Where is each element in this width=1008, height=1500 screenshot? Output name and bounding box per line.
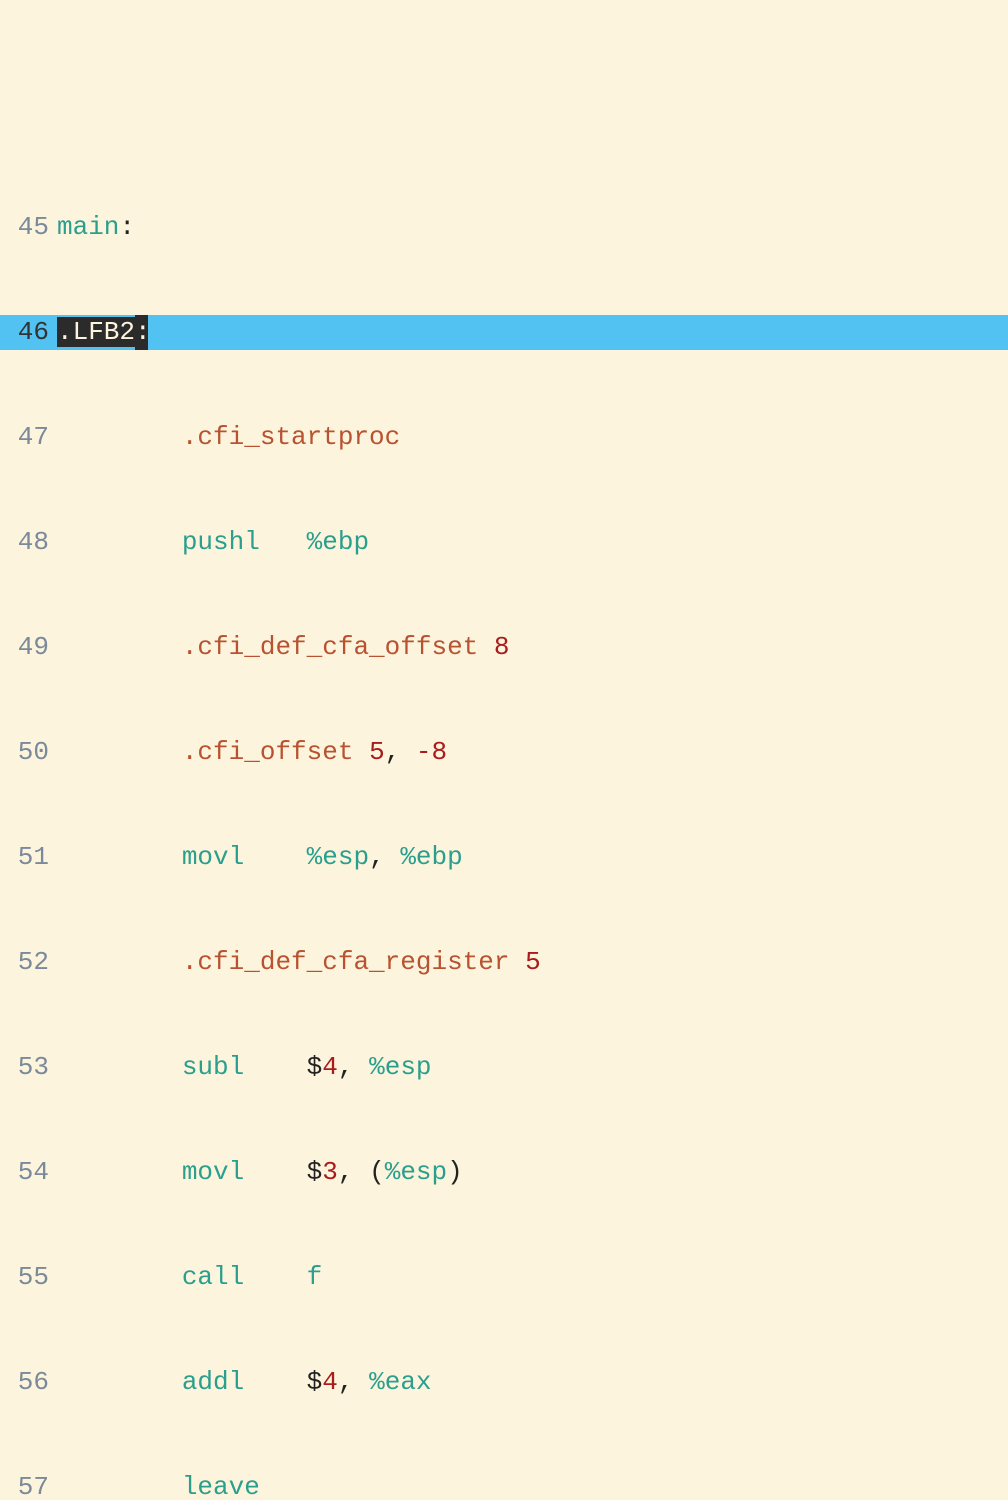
line-number: 54: [0, 1155, 57, 1190]
mnemonic: leave: [182, 1472, 260, 1500]
code-line: 57 leave: [0, 1470, 1008, 1500]
line-number: 51: [0, 840, 57, 875]
mnemonic: addl: [182, 1367, 244, 1397]
comma: ,: [338, 1052, 354, 1082]
code-line: 56 addl $4, %eax: [0, 1365, 1008, 1400]
comma: ,: [338, 1157, 354, 1187]
line-number: 57: [0, 1470, 57, 1500]
code-line: 51 movl %esp, %ebp: [0, 840, 1008, 875]
line-number: 47: [0, 420, 57, 455]
number: 4: [322, 1367, 338, 1397]
register: %ebp: [400, 842, 462, 872]
colon: :: [119, 212, 135, 242]
number: -8: [416, 737, 447, 767]
lparen: (: [369, 1157, 385, 1187]
selected-label: .LFB2: [57, 317, 135, 347]
dollar: $: [307, 1367, 323, 1397]
code-line-current: 46.LFB2:: [0, 315, 1008, 350]
code-line: 53 subl $4, %esp: [0, 1050, 1008, 1085]
number: 3: [322, 1157, 338, 1187]
mnemonic: subl: [182, 1052, 244, 1082]
register: %esp: [307, 842, 369, 872]
directive: .cfi_startproc: [182, 422, 400, 452]
code-editor[interactable]: 45main: 46.LFB2: 47 .cfi_startproc 48 pu…: [0, 140, 1008, 1500]
line-number: 53: [0, 1050, 57, 1085]
symbol: f: [307, 1262, 323, 1292]
number: 5: [525, 947, 541, 977]
line-number: 56: [0, 1365, 57, 1400]
line-number: 52: [0, 945, 57, 980]
mnemonic: movl: [182, 1157, 244, 1187]
comma: ,: [385, 737, 401, 767]
number: 5: [369, 737, 385, 767]
code-line: 54 movl $3, (%esp): [0, 1155, 1008, 1190]
line-number: 49: [0, 630, 57, 665]
register: %esp: [385, 1157, 447, 1187]
code-line: 52 .cfi_def_cfa_register 5: [0, 945, 1008, 980]
line-number: 46: [0, 315, 57, 350]
register: %ebp: [307, 527, 369, 557]
dollar: $: [307, 1157, 323, 1187]
line-number: 45: [0, 210, 57, 245]
directive: .cfi_def_cfa_offset: [182, 632, 478, 662]
code-line: 49 .cfi_def_cfa_offset 8: [0, 630, 1008, 665]
comma: ,: [338, 1367, 354, 1397]
code-line: 47 .cfi_startproc: [0, 420, 1008, 455]
number: 8: [494, 632, 510, 662]
mnemonic: movl: [182, 842, 244, 872]
text-cursor: :: [135, 315, 148, 350]
mnemonic: pushl: [182, 527, 260, 557]
number: 4: [322, 1052, 338, 1082]
directive: .cfi_def_cfa_register: [182, 947, 510, 977]
code-line: 55 call f: [0, 1260, 1008, 1295]
register: %esp: [369, 1052, 431, 1082]
label: main: [57, 212, 119, 242]
directive: .cfi_offset: [182, 737, 354, 767]
rparen: ): [447, 1157, 463, 1187]
line-number: 50: [0, 735, 57, 770]
code-line: 45main:: [0, 210, 1008, 245]
register: %eax: [369, 1367, 431, 1397]
dollar: $: [307, 1052, 323, 1082]
mnemonic: call: [182, 1262, 244, 1292]
code-line: 50 .cfi_offset 5, -8: [0, 735, 1008, 770]
comma: ,: [369, 842, 385, 872]
line-number: 55: [0, 1260, 57, 1295]
code-line: 48 pushl %ebp: [0, 525, 1008, 560]
line-number: 48: [0, 525, 57, 560]
